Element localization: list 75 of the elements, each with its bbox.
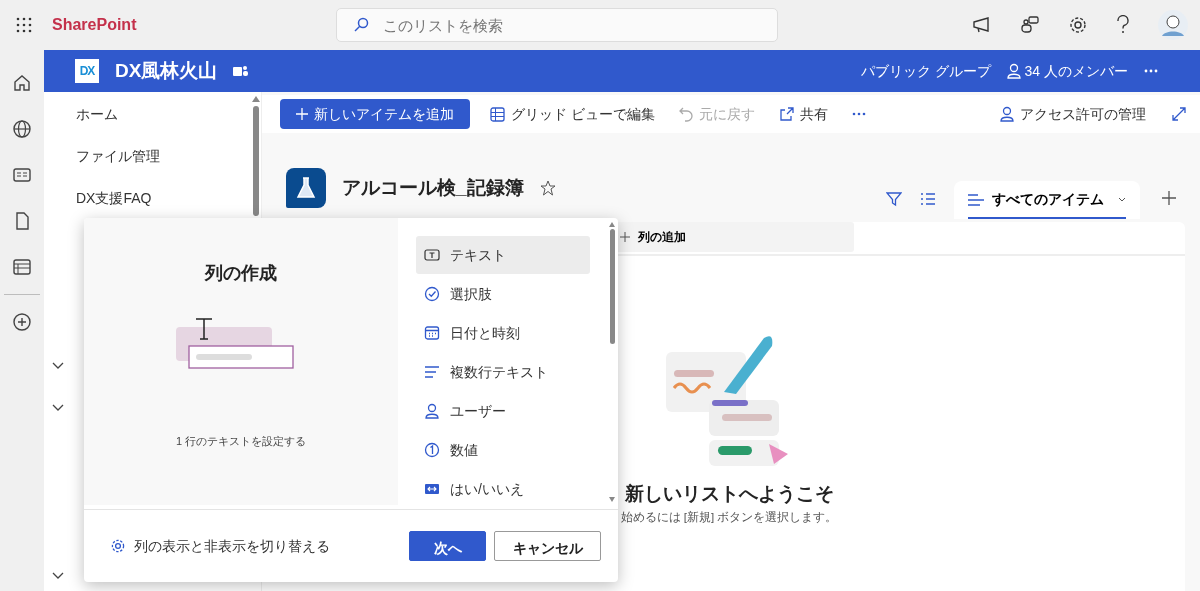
choice-type-icon (424, 286, 440, 302)
undo-icon (678, 106, 693, 122)
add-view-icon[interactable] (1162, 191, 1176, 205)
news-icon[interactable] (12, 165, 32, 185)
column-type-option[interactable]: ユーザー (416, 392, 590, 430)
flask-icon (296, 177, 316, 199)
nav-link-item[interactable]: ホーム (76, 93, 118, 135)
search-icon (353, 17, 370, 33)
type-description: 1 行のテキストを設定する (175, 434, 307, 449)
list-title: アルコール検_記録簿 (342, 175, 524, 200)
scroll-up-icon[interactable] (252, 96, 260, 102)
globe-icon[interactable] (12, 119, 32, 139)
next-button[interactable]: 次へ (409, 531, 486, 561)
settings-icon (110, 538, 126, 554)
list-icon[interactable] (12, 257, 32, 277)
scroll-down-icon[interactable] (609, 497, 615, 502)
scrollbar-thumb[interactable] (253, 106, 259, 216)
column-type-option[interactable]: 日付と時刻 (416, 314, 590, 352)
filter-icon[interactable] (886, 191, 902, 207)
column-type-option[interactable]: テキスト (416, 236, 590, 274)
text-type-icon (424, 247, 440, 263)
empty-hint: 始めるには [新規] ボタンを選択します。 (620, 509, 838, 525)
view-list-icon[interactable] (920, 191, 936, 207)
permissions-button[interactable]: アクセス許可の管理 (992, 99, 1154, 129)
help-icon[interactable] (1116, 15, 1130, 35)
chevron-icon[interactable] (52, 572, 64, 580)
site-title: DX風林火山 (115, 58, 218, 83)
person-icon (1000, 106, 1014, 122)
person-type-icon (424, 403, 440, 419)
search-field[interactable]: このリストを検索 (336, 8, 779, 42)
home-icon[interactable] (12, 73, 32, 93)
column-type-option[interactable]: 数値 (416, 431, 590, 469)
toggle-columns-link[interactable]: 列の表示と非表示を切り替える (134, 535, 330, 557)
date-type-icon (424, 325, 440, 341)
column-type-option[interactable]: 複数行テキスト (416, 353, 590, 391)
grid-icon (490, 106, 505, 122)
more-icon[interactable] (1144, 69, 1158, 73)
scrollbar-thumb[interactable] (609, 229, 615, 344)
scroll-up-icon[interactable] (609, 222, 615, 227)
more-icon[interactable] (851, 112, 866, 116)
column-type-option[interactable]: 選択肢 (416, 275, 590, 313)
new-item-button[interactable]: 新しいアイテムを追加 (280, 99, 470, 129)
share-icon (778, 106, 794, 122)
cancel-button[interactable]: キャンセル (494, 531, 601, 561)
chevron-icon (1118, 197, 1126, 202)
site-logo: DX (75, 59, 99, 83)
expand-icon[interactable] (1172, 107, 1186, 121)
nav-link-item[interactable]: ファイル管理 (76, 135, 160, 177)
app-name[interactable]: SharePoint (52, 13, 137, 37)
toolbar-button[interactable]: 共有 (770, 99, 836, 129)
megaphone-icon[interactable] (972, 16, 992, 34)
members-link[interactable]: 34 人のメンバー (1024, 60, 1128, 82)
avatar-icon[interactable] (1158, 10, 1188, 40)
person-icon (1006, 63, 1021, 79)
plus-icon (620, 232, 630, 242)
multiline-type-icon (424, 364, 440, 380)
dialog-title: 列の作成 (205, 262, 277, 285)
chevron-icon[interactable] (52, 362, 64, 370)
view-tab[interactable]: すべてのアイテム (954, 181, 1140, 219)
yesno-type-icon (424, 481, 440, 497)
chat-icon[interactable] (1020, 15, 1040, 35)
empty-title: 新しいリストへようこそ (624, 482, 834, 506)
app-launcher-icon[interactable] (16, 17, 32, 33)
chevron-icon[interactable] (52, 404, 64, 412)
teams-icon[interactable] (233, 64, 250, 78)
settings-icon[interactable] (1068, 15, 1088, 35)
favorite-star-icon[interactable] (539, 180, 556, 196)
number-type-icon (424, 442, 440, 458)
toolbar-button[interactable]: グリッド ビューで編集 (482, 99, 663, 129)
list-view-icon (968, 193, 984, 206)
add-icon[interactable] (12, 312, 32, 332)
column-type-option[interactable]: はい/いいえ (416, 470, 590, 508)
nav-link-item[interactable]: DX支援FAQ (76, 177, 152, 219)
plus-icon (296, 108, 308, 120)
privacy-label: パブリック グループ (860, 61, 991, 81)
